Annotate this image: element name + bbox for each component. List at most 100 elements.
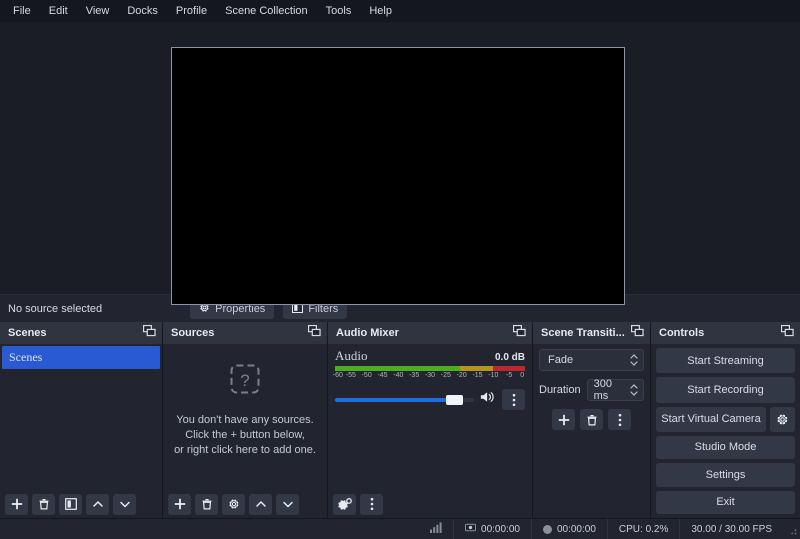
db-scale-tick: -60 [332, 372, 343, 379]
plus-icon [174, 498, 185, 510]
start-streaming-button[interactable]: Start Streaming [656, 348, 795, 374]
audio-mixer-menu-button[interactable] [360, 493, 383, 515]
audio-channel-menu-button[interactable] [502, 389, 525, 410]
scenes-dock: Scenes Scenes [0, 322, 163, 518]
stream-status: 00:00:00 [453, 518, 531, 539]
menu-docks[interactable]: Docks [118, 2, 167, 21]
fps-status: 30.00 / 30.00 FPS [679, 518, 783, 539]
controls-dock-title: Controls [659, 327, 705, 339]
connection-status [419, 519, 453, 539]
resize-grip-icon[interactable] [786, 523, 798, 535]
volume-slider[interactable] [335, 393, 474, 407]
sources-empty-line-1: You don't have any sources. [176, 414, 314, 426]
remove-transition-button[interactable] [580, 409, 603, 430]
audio-channel-header: Audio 0.0 dB [335, 348, 525, 364]
sources-dock: Sources ? You don't have any sources. Cl… [163, 322, 328, 518]
menu-scene-collection[interactable]: Scene Collection [216, 2, 317, 21]
studio-mode-button[interactable]: Studio Mode [656, 435, 795, 460]
speaker-icon[interactable] [480, 390, 496, 409]
start-virtual-camera-button[interactable]: Start Virtual Camera [656, 406, 766, 432]
controls-dock: Controls Start Streaming Start Recording… [651, 322, 800, 518]
undock-icon[interactable] [630, 324, 644, 342]
trash-icon [202, 499, 211, 510]
audio-mixer-dock: Audio Mixer Audio 0.0 dB -60 -55 -50 -45 -40… [328, 322, 533, 518]
menu-profile[interactable]: Profile [167, 2, 216, 21]
db-scale-tick: -15 [472, 372, 483, 379]
undock-icon[interactable] [307, 324, 321, 342]
controls-body: Start Streaming Start Recording Start Vi… [651, 344, 800, 518]
trash-icon [587, 414, 596, 425]
transition-duration-row: Duration 300 ms [539, 378, 644, 402]
move-source-down-button[interactable] [276, 493, 299, 515]
chevron-updown-icon [630, 354, 638, 366]
move-source-up-button[interactable] [249, 493, 272, 515]
settings-button[interactable]: Settings [656, 463, 795, 487]
preview-area[interactable] [0, 22, 800, 305]
question-mark-icon: ? [230, 364, 260, 399]
add-source-button[interactable] [168, 493, 191, 515]
scene-list[interactable]: Scenes [0, 344, 162, 371]
source-properties-button[interactable] [222, 493, 245, 515]
undock-icon[interactable] [142, 324, 156, 342]
scene-list-item[interactable]: Scenes [2, 346, 160, 369]
add-transition-button[interactable] [552, 409, 575, 430]
scene-transitions-dock-title: Scene Transiti... [541, 327, 625, 339]
audio-level-meter [335, 366, 525, 371]
record-dot-icon [542, 524, 552, 534]
add-scene-button[interactable] [5, 493, 28, 515]
advanced-audio-properties-button[interactable] [333, 493, 356, 515]
duration-input[interactable]: 300 ms [586, 378, 644, 402]
virtual-camera-settings-button[interactable] [770, 406, 795, 432]
move-scene-up-button[interactable] [86, 493, 109, 515]
audio-mixer-toolbar [328, 490, 532, 518]
virtual-camera-row: Start Virtual Camera [656, 406, 795, 432]
sources-empty-state: ? You don't have any sources. Click the … [163, 344, 327, 490]
record-time: 00:00:00 [556, 523, 596, 535]
undock-icon[interactable] [780, 324, 794, 342]
menu-tools[interactable]: Tools [317, 2, 361, 21]
transition-select[interactable]: Fade [539, 349, 644, 371]
stream-icon [464, 522, 477, 536]
sources-dock-title: Sources [171, 327, 215, 339]
svg-text:?: ? [240, 371, 249, 390]
sources-empty-line-3: or right click here to add one. [174, 444, 316, 456]
meter-green-segment [335, 366, 461, 371]
chevron-up-icon [255, 501, 266, 507]
filters-icon [64, 498, 77, 510]
move-scene-down-button[interactable] [113, 493, 136, 515]
spinner-arrows-icon[interactable] [630, 384, 638, 396]
plus-icon [11, 498, 22, 510]
audio-channel-db: 0.0 dB [494, 352, 525, 363]
vertical-dots-icon [512, 393, 515, 406]
scenes-dock-header: Scenes [0, 322, 162, 344]
scenes-dock-body[interactable]: Scenes [0, 344, 162, 490]
remove-source-button[interactable] [195, 493, 218, 515]
db-scale-tick: -20 [456, 372, 467, 379]
sources-dock-body[interactable]: ? You don't have any sources. Click the … [163, 344, 327, 490]
controls-dock-header: Controls [651, 322, 800, 344]
audio-db-scale: -60 -55 -50 -45 -40 -35 -30 -25 -20 -15 -10 -5 0 [332, 372, 525, 382]
obs-main-window: File Edit View Docks Profile Scene Colle… [0, 0, 800, 539]
audio-mixer-dock-title: Audio Mixer [336, 327, 399, 339]
transition-menu-button[interactable] [608, 409, 631, 430]
vertical-dots-icon [618, 413, 621, 426]
sources-dock-header: Sources [163, 322, 327, 344]
audio-mixer-body: Audio 0.0 dB -60 -55 -50 -45 -40 -35 -30 -25 -20… [328, 344, 532, 490]
menu-view[interactable]: View [77, 2, 119, 21]
start-recording-button[interactable]: Start Recording [656, 377, 795, 403]
chevron-up-icon [92, 501, 103, 507]
menu-file[interactable]: File [4, 2, 40, 21]
menu-help[interactable]: Help [360, 2, 401, 21]
audio-volume-row [335, 389, 525, 410]
volume-slider-handle[interactable] [446, 394, 464, 405]
menu-edit[interactable]: Edit [40, 2, 77, 21]
exit-button[interactable]: Exit [656, 490, 795, 515]
status-bar: 00:00:00 00:00:00 CPU: 0.2% 30.00 / 30.0… [0, 518, 800, 539]
scene-transitions-dock: Scene Transiti... Fade Duration 300 ms [533, 322, 651, 518]
scene-filters-button[interactable] [59, 493, 82, 515]
db-scale-tick: 0 [520, 372, 525, 379]
remove-scene-button[interactable] [32, 493, 55, 515]
db-scale-tick: -40 [393, 372, 404, 379]
undock-icon[interactable] [512, 324, 526, 342]
preview-canvas[interactable] [171, 47, 625, 305]
